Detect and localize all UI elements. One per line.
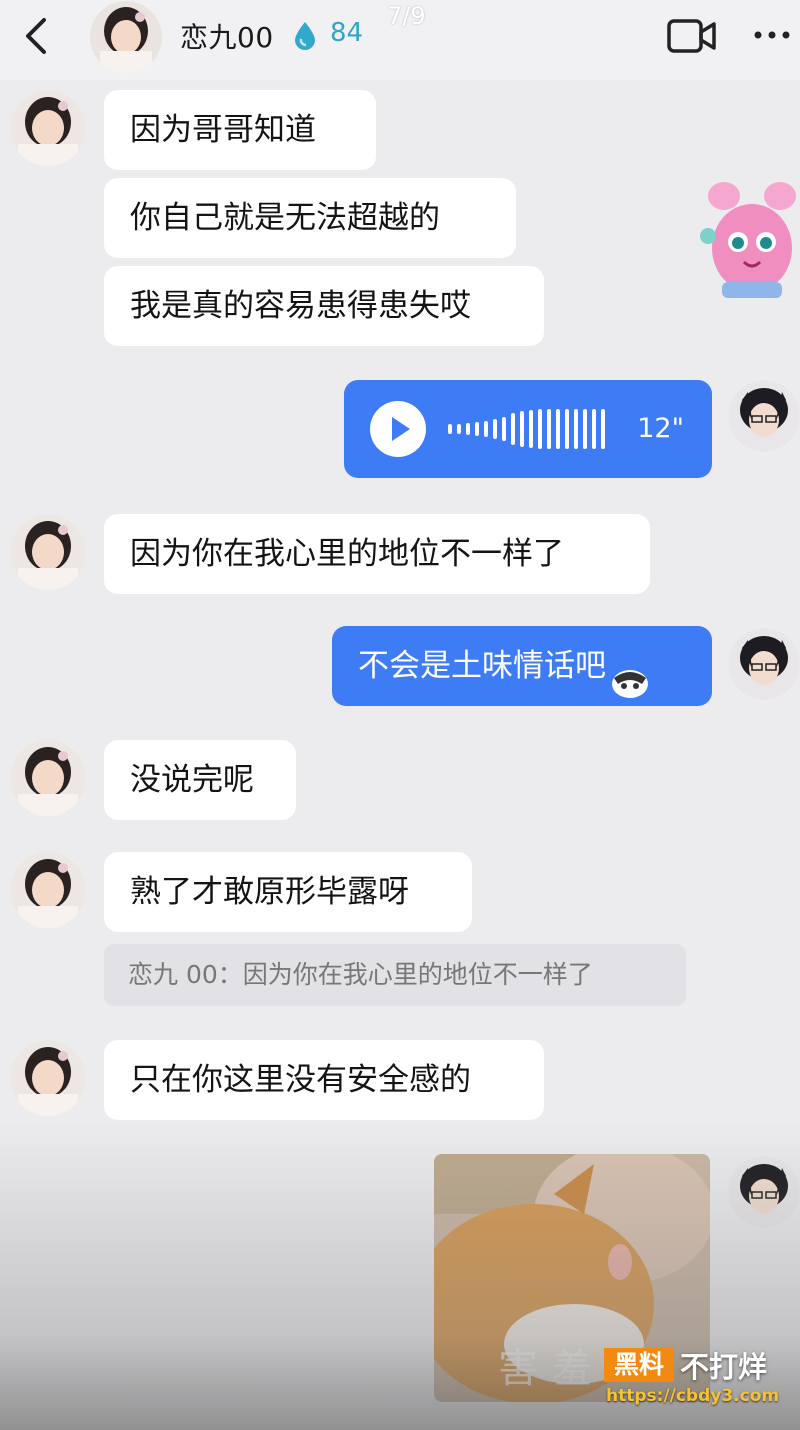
contact-avatar[interactable] (10, 514, 86, 590)
message-bubble[interactable]: 没说完呢 (104, 740, 296, 820)
message-bubble[interactable]: 只在你这里没有安全感的 (104, 1040, 544, 1120)
watermark-url: https://cbdy3.com (606, 1386, 780, 1406)
contact-avatar[interactable] (10, 852, 86, 928)
watermark-box: 黑料 (604, 1348, 674, 1382)
my-avatar[interactable] (728, 1156, 800, 1228)
watermark: 黑料 不打烊 https://cbdy3.com (604, 1342, 794, 1412)
message-bubble[interactable]: 我是真的容易患得患失哎 (104, 266, 544, 346)
message-bubble[interactable]: 因为你在我心里的地位不一样了 (104, 514, 650, 594)
heat-count: 84 (330, 18, 364, 48)
quoted-message[interactable]: 恋九 00：因为你在我心里的地位不一样了 (104, 944, 686, 1006)
message-bubble[interactable]: 你自己就是无法超越的 (104, 178, 516, 258)
contact-avatar[interactable] (10, 740, 86, 816)
message-bubble[interactable]: 因为哥哥知道 (104, 90, 376, 170)
watermark-text: 不打烊 (680, 1350, 768, 1384)
my-avatar[interactable] (728, 380, 800, 452)
waveform-icon (448, 380, 608, 478)
message-text: 不会是土味情话吧 (358, 648, 606, 684)
play-icon[interactable] (370, 401, 426, 457)
contact-name: 恋九00 (180, 21, 274, 54)
sticker[interactable] (694, 170, 800, 310)
voice-duration: 12" (637, 413, 684, 444)
image-caption: 害羞 (498, 1346, 606, 1392)
my-avatar[interactable] (728, 628, 800, 700)
contact-avatar[interactable] (10, 1040, 86, 1116)
contact-avatar[interactable] (10, 90, 86, 166)
heat-drop-icon (292, 20, 318, 50)
video-call-icon[interactable] (666, 16, 718, 56)
contact-avatar[interactable] (90, 1, 162, 73)
back-arrow-icon[interactable] (18, 14, 58, 58)
page-indicator: 7/9 (387, 2, 426, 30)
message-bubble[interactable]: 熟了才敢原形毕露呀 (104, 852, 472, 932)
more-icon[interactable] (750, 20, 794, 50)
emoji (608, 650, 652, 698)
message-bubble-self[interactable]: 不会是土味情话吧 (332, 626, 712, 706)
voice-message[interactable]: 12" (344, 380, 712, 478)
